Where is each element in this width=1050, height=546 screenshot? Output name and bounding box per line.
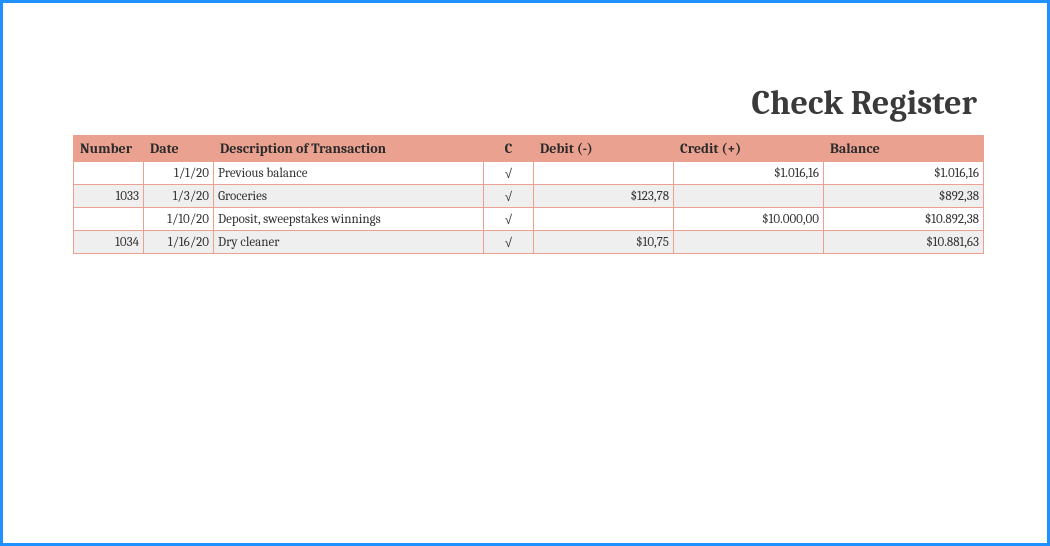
cell-balance: $892,38 xyxy=(824,185,984,208)
header-credit: Credit (+) xyxy=(674,136,824,162)
cell-c: √ xyxy=(484,231,534,254)
cell-c: √ xyxy=(484,208,534,231)
cell-debit: $10,75 xyxy=(534,231,674,254)
cell-balance: $1.016,16 xyxy=(824,162,984,185)
header-number: Number xyxy=(74,136,144,162)
table-row: 1/10/20 Deposit, sweepstakes winnings √ … xyxy=(74,208,984,231)
cell-date: 1/3/20 xyxy=(144,185,214,208)
cell-credit: $1.016,16 xyxy=(674,162,824,185)
page-title: Check Register xyxy=(73,83,983,123)
cell-description: Deposit, sweepstakes winnings xyxy=(214,208,484,231)
header-description: Description of Transaction xyxy=(214,136,484,162)
cell-debit: $123,78 xyxy=(534,185,674,208)
cell-credit xyxy=(674,231,824,254)
cell-balance: $10.892,38 xyxy=(824,208,984,231)
header-debit: Debit (-) xyxy=(534,136,674,162)
cell-number xyxy=(74,208,144,231)
cell-balance: $10.881,63 xyxy=(824,231,984,254)
check-register-table: Number Date Description of Transaction C… xyxy=(73,135,984,254)
cell-number xyxy=(74,162,144,185)
content-area: Check Register Number Date Description o… xyxy=(73,83,983,254)
table-row: 1033 1/3/20 Groceries √ $123,78 $892,38 xyxy=(74,185,984,208)
cell-c: √ xyxy=(484,162,534,185)
cell-credit: $10.000,00 xyxy=(674,208,824,231)
cell-description: Previous balance xyxy=(214,162,484,185)
table-row: 1034 1/16/20 Dry cleaner √ $10,75 $10.88… xyxy=(74,231,984,254)
cell-date: 1/1/20 xyxy=(144,162,214,185)
cell-number: 1034 xyxy=(74,231,144,254)
header-balance: Balance xyxy=(824,136,984,162)
table-row: 1/1/20 Previous balance √ $1.016,16 $1.0… xyxy=(74,162,984,185)
cell-description: Dry cleaner xyxy=(214,231,484,254)
cell-debit xyxy=(534,208,674,231)
header-c: C xyxy=(484,136,534,162)
cell-date: 1/16/20 xyxy=(144,231,214,254)
cell-credit xyxy=(674,185,824,208)
document-frame: Check Register Number Date Description o… xyxy=(0,0,1050,546)
cell-c: √ xyxy=(484,185,534,208)
cell-debit xyxy=(534,162,674,185)
cell-number: 1033 xyxy=(74,185,144,208)
table-header-row: Number Date Description of Transaction C… xyxy=(74,136,984,162)
header-date: Date xyxy=(144,136,214,162)
cell-description: Groceries xyxy=(214,185,484,208)
cell-date: 1/10/20 xyxy=(144,208,214,231)
